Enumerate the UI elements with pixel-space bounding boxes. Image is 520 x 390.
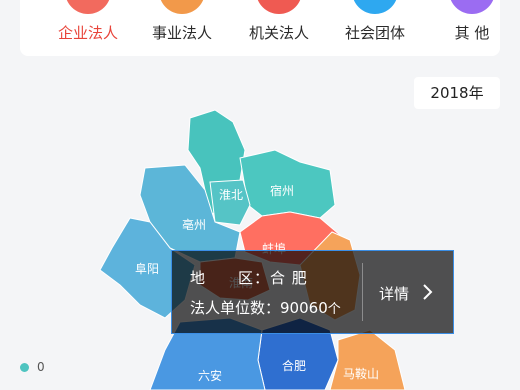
tooltip-count-value: 90060 bbox=[280, 299, 328, 317]
label-suzhou: 宿州 bbox=[270, 183, 294, 198]
tooltip-region-value: 合 肥 bbox=[270, 269, 308, 287]
tooltip-count-row: 法人单位数：90060个 bbox=[190, 297, 341, 318]
tooltip-count-prefix: 法人单位数： bbox=[190, 299, 281, 317]
legend-value: 0 bbox=[37, 360, 45, 374]
legend-dot-icon bbox=[20, 363, 29, 372]
tab-label: 社会团体 bbox=[344, 24, 405, 42]
label-huaibei: 淮北 bbox=[219, 188, 243, 202]
tooltip-detail-link[interactable]: 详情 bbox=[379, 283, 409, 304]
category-tabs: 企业法人 事业法人 机关法人 社会团体 其 他 bbox=[20, 0, 500, 56]
label-maanshan: 马鞍山 bbox=[343, 366, 379, 381]
tab-public-institution[interactable]: 事业法人 bbox=[134, 0, 230, 56]
tooltip-region-row: 地 区：合 肥 bbox=[190, 267, 308, 288]
tooltip-region-prefix: 地 区： bbox=[190, 269, 271, 287]
province-map: 淮北 宿州 亳州 阜阳 蚌埠 淮南 合肥 六安 马鞍山 bbox=[0, 100, 520, 390]
label-hefei: 合肥 bbox=[282, 358, 306, 373]
tab-social-group[interactable]: 社会团体 bbox=[327, 0, 423, 56]
tab-government-agency[interactable]: 机关法人 bbox=[231, 0, 327, 56]
map-svg: 淮北 宿州 亳州 阜阳 蚌埠 淮南 合肥 六安 马鞍山 bbox=[99, 109, 406, 390]
region-tooltip: 地 区：合 肥 法人单位数：90060个 详情 bbox=[171, 250, 454, 334]
tab-enterprise[interactable]: 企业法人 bbox=[40, 0, 136, 56]
chevron-right-icon[interactable] bbox=[422, 283, 434, 305]
agency-icon bbox=[256, 0, 302, 14]
social-group-icon bbox=[352, 0, 398, 14]
tab-label: 机关法人 bbox=[248, 24, 309, 42]
map-legend: 0 bbox=[20, 360, 45, 374]
label-fuyang: 阜阳 bbox=[135, 262, 159, 276]
region-maanshan[interactable] bbox=[329, 329, 406, 390]
tab-label: 事业法人 bbox=[151, 24, 212, 42]
tab-label: 其 他 bbox=[454, 24, 490, 42]
enterprise-icon bbox=[65, 0, 111, 14]
tooltip-divider bbox=[362, 263, 363, 321]
tab-other[interactable]: 其 他 bbox=[424, 0, 520, 56]
label-liuan: 六安 bbox=[198, 368, 222, 383]
label-bozhou: 亳州 bbox=[182, 217, 206, 232]
other-icon bbox=[449, 0, 495, 14]
institution-icon bbox=[159, 0, 205, 14]
tab-label: 企业法人 bbox=[57, 24, 118, 42]
region-huaibei-city[interactable] bbox=[209, 179, 251, 226]
tooltip-count-unit: 个 bbox=[327, 302, 341, 317]
